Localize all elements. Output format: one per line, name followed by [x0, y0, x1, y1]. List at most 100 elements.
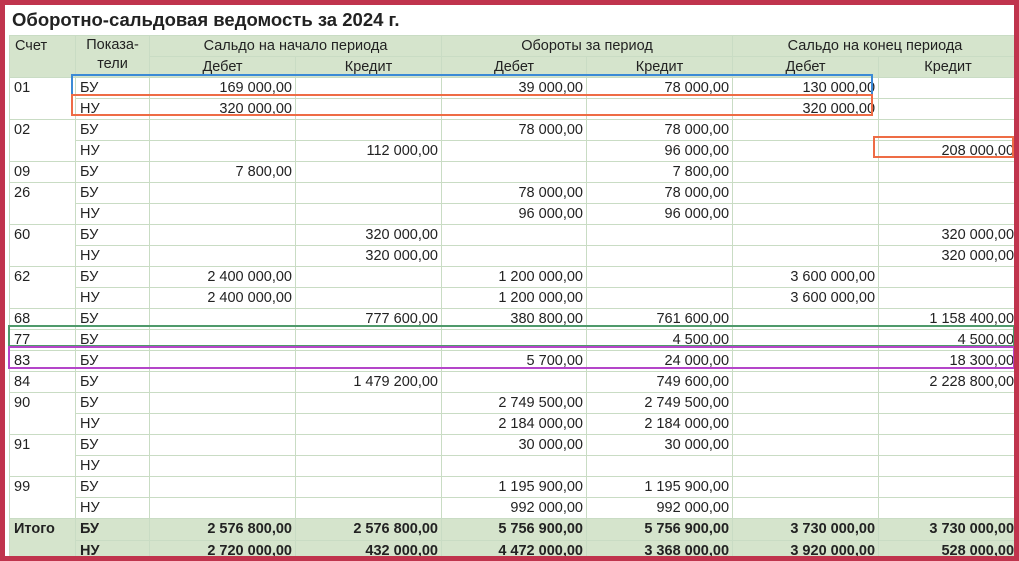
- amount-cell: [149, 308, 296, 330]
- amount-cell: 78 000,00: [441, 119, 587, 141]
- indicator-cell: БУ: [75, 161, 150, 183]
- amount-cell: 78 000,00: [585, 77, 734, 99]
- amount-cell: [149, 119, 296, 141]
- amount-cell: [878, 287, 1014, 309]
- account-number: 62: [9, 266, 76, 309]
- header-credit: Кредит: [295, 56, 442, 78]
- table-row: НУ 2 400 000,00 1 200 000,00 3 600 000,00: [10, 287, 1014, 309]
- amount-cell: [878, 98, 1014, 120]
- header-indicator: Показа- тели: [75, 35, 150, 78]
- amount-cell: [732, 161, 880, 183]
- amount-cell: 749 600,00: [585, 371, 734, 393]
- total-amount-cell: 2 720 000,00: [149, 540, 296, 556]
- indicator-cell: НУ: [75, 497, 150, 519]
- account-number: 91: [9, 434, 76, 477]
- amount-cell: 992 000,00: [441, 497, 587, 519]
- amount-cell: [149, 476, 296, 498]
- amount-cell: 112 000,00: [295, 140, 442, 162]
- indicator-cell: БУ: [75, 308, 150, 330]
- amount-cell: 18 300,00: [878, 350, 1014, 372]
- amount-cell: 380 800,00: [441, 308, 587, 330]
- totals-label: Итого: [9, 518, 76, 556]
- amount-cell: [295, 161, 442, 183]
- indicator-cell: НУ: [75, 140, 150, 162]
- amount-cell: [878, 203, 1014, 225]
- amount-cell: [585, 266, 734, 288]
- indicator-cell: БУ: [75, 476, 150, 498]
- total-amount-cell: 5 756 900,00: [441, 518, 587, 541]
- account-number: 84: [9, 371, 76, 393]
- amount-cell: 1 200 000,00: [441, 287, 587, 309]
- amount-cell: [878, 161, 1014, 183]
- amount-cell: [878, 413, 1014, 435]
- amount-cell: 2 184 000,00: [441, 413, 587, 435]
- amount-cell: [878, 434, 1014, 456]
- header-debit: Дебет: [441, 56, 587, 78]
- totals-row: Итого БУ 2 576 800,00 2 576 800,00 5 756 900…: [9, 518, 1014, 556]
- indicator-cell: НУ: [75, 287, 150, 309]
- amount-cell: [732, 245, 880, 267]
- amount-cell: [441, 245, 587, 267]
- amount-cell: [585, 224, 734, 246]
- amount-cell: 4 500,00: [585, 329, 734, 351]
- indicator-cell: НУ: [75, 203, 150, 225]
- amount-cell: 992 000,00: [585, 497, 734, 519]
- indicator-cell: БУ: [75, 77, 150, 99]
- table-row: 09 БУ 7 800,00 7 800,00: [9, 161, 1014, 183]
- amount-cell: [295, 392, 442, 414]
- account-number: 83: [9, 350, 76, 372]
- amount-cell: 24 000,00: [585, 350, 734, 372]
- amount-cell: 78 000,00: [441, 182, 587, 204]
- amount-cell: [732, 182, 880, 204]
- amount-cell: [149, 140, 296, 162]
- amount-cell: [585, 287, 734, 309]
- amount-cell: 320 000,00: [295, 224, 442, 246]
- indicator-cell: НУ: [75, 455, 150, 477]
- account-number: 26: [9, 182, 76, 225]
- header-credit: Кредит: [585, 56, 734, 78]
- table-row: 84 БУ 1 479 200,00 749 600,00 2 228 800,00: [9, 371, 1014, 393]
- report-frame: Оборотно-сальдовая ведомость за 2024 г. …: [0, 0, 1019, 561]
- total-amount-cell: 3 368 000,00: [585, 540, 734, 556]
- amount-cell: [732, 476, 880, 498]
- amount-cell: [441, 371, 587, 393]
- amount-cell: [732, 371, 880, 393]
- amount-cell: [732, 392, 880, 414]
- header-debit: Дебет: [732, 56, 880, 78]
- amount-cell: [732, 140, 880, 162]
- account-number: 68: [9, 308, 76, 330]
- amount-cell: [295, 203, 442, 225]
- total-amount-cell: 3 730 000,00: [732, 518, 880, 541]
- total-amount-cell: 3 920 000,00: [732, 540, 880, 556]
- amount-cell: 320 000,00: [149, 98, 296, 120]
- amount-cell: [732, 413, 880, 435]
- amount-cell: [149, 413, 296, 435]
- amount-cell: 39 000,00: [441, 77, 587, 99]
- indicator-cell: БУ: [75, 182, 150, 204]
- indicator-cell: НУ: [75, 540, 150, 556]
- amount-cell: [732, 455, 880, 477]
- amount-cell: [149, 434, 296, 456]
- amount-cell: 208 000,00: [878, 140, 1014, 162]
- table-row: 01 БУ 169 000,00 39 000,00 78 000,00 130 000,…: [9, 77, 1014, 120]
- amount-cell: [295, 329, 442, 351]
- amount-cell: 30 000,00: [441, 434, 587, 456]
- amount-cell: [878, 455, 1014, 477]
- amount-cell: 96 000,00: [585, 203, 734, 225]
- amount-cell: 78 000,00: [585, 119, 734, 141]
- total-amount-cell: 4 472 000,00: [441, 540, 587, 556]
- amount-cell: 78 000,00: [585, 182, 734, 204]
- table-row: НУ 2 184 000,00 2 184 000,00: [10, 413, 1014, 435]
- amount-cell: [878, 476, 1014, 498]
- amount-cell: 2 228 800,00: [878, 371, 1014, 393]
- amount-cell: 1 200 000,00: [441, 266, 587, 288]
- amount-cell: 1 195 900,00: [585, 476, 734, 498]
- table-row: 02 БУ 78 000,00 78 000,00: [9, 119, 1014, 162]
- amount-cell: [441, 329, 587, 351]
- amount-cell: 320 000,00: [878, 245, 1014, 267]
- amount-cell: [295, 476, 442, 498]
- amount-cell: [295, 413, 442, 435]
- header-account: Счет: [9, 35, 76, 78]
- account-number: 99: [9, 476, 76, 519]
- indicator-cell: БУ: [75, 350, 150, 372]
